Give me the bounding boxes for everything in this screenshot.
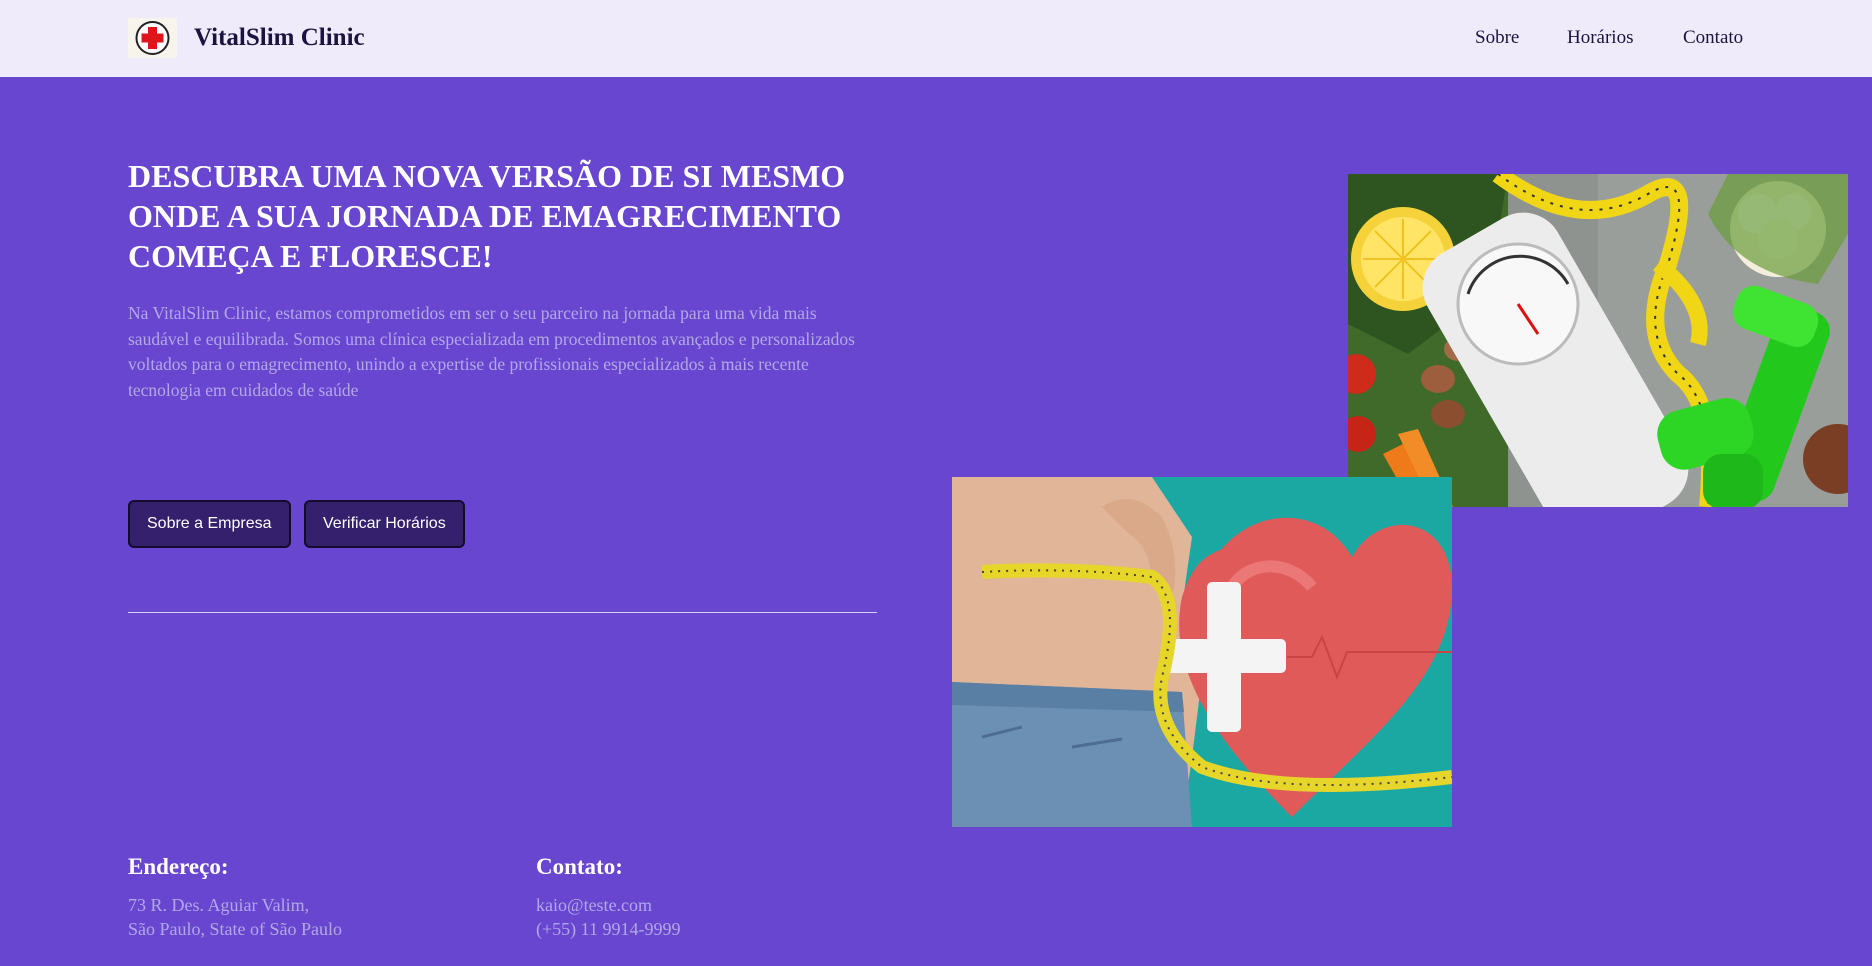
nav-link-horarios[interactable]: Horários <box>1567 26 1633 50</box>
healthy-food-scale-image <box>1348 174 1848 507</box>
hero-title: DESCUBRA UMA NOVA VERSÃO DE SI MESMO OND… <box>128 158 846 274</box>
about-company-button[interactable]: Sobre a Empresa <box>128 500 291 548</box>
contact-phone[interactable]: (+55) 11 9914-9999 <box>536 917 680 941</box>
site-header: VitalSlim Clinic Sobre Horários Contato <box>0 0 1872 77</box>
contact-email[interactable]: kaio@teste.com <box>536 893 652 917</box>
check-schedule-button[interactable]: Verificar Horários <box>304 500 465 548</box>
address-heading: Endereço: <box>128 854 229 879</box>
nav-link-contato[interactable]: Contato <box>1683 26 1743 50</box>
nav-link-sobre[interactable]: Sobre <box>1475 26 1519 50</box>
heart-tape-measure-image <box>952 477 1452 827</box>
address-line-2: São Paulo, State of São Paulo <box>128 919 342 939</box>
hero-divider <box>128 612 877 613</box>
address-line-1: 73 R. Des. Aguiar Valim, <box>128 895 310 915</box>
hero-description: Na VitalSlim Clinic, estamos comprometid… <box>128 303 855 401</box>
red-cross-icon[interactable] <box>128 18 177 58</box>
contact-heading: Contato: <box>536 854 623 879</box>
brand-name[interactable]: VitalSlim Clinic <box>194 22 365 54</box>
